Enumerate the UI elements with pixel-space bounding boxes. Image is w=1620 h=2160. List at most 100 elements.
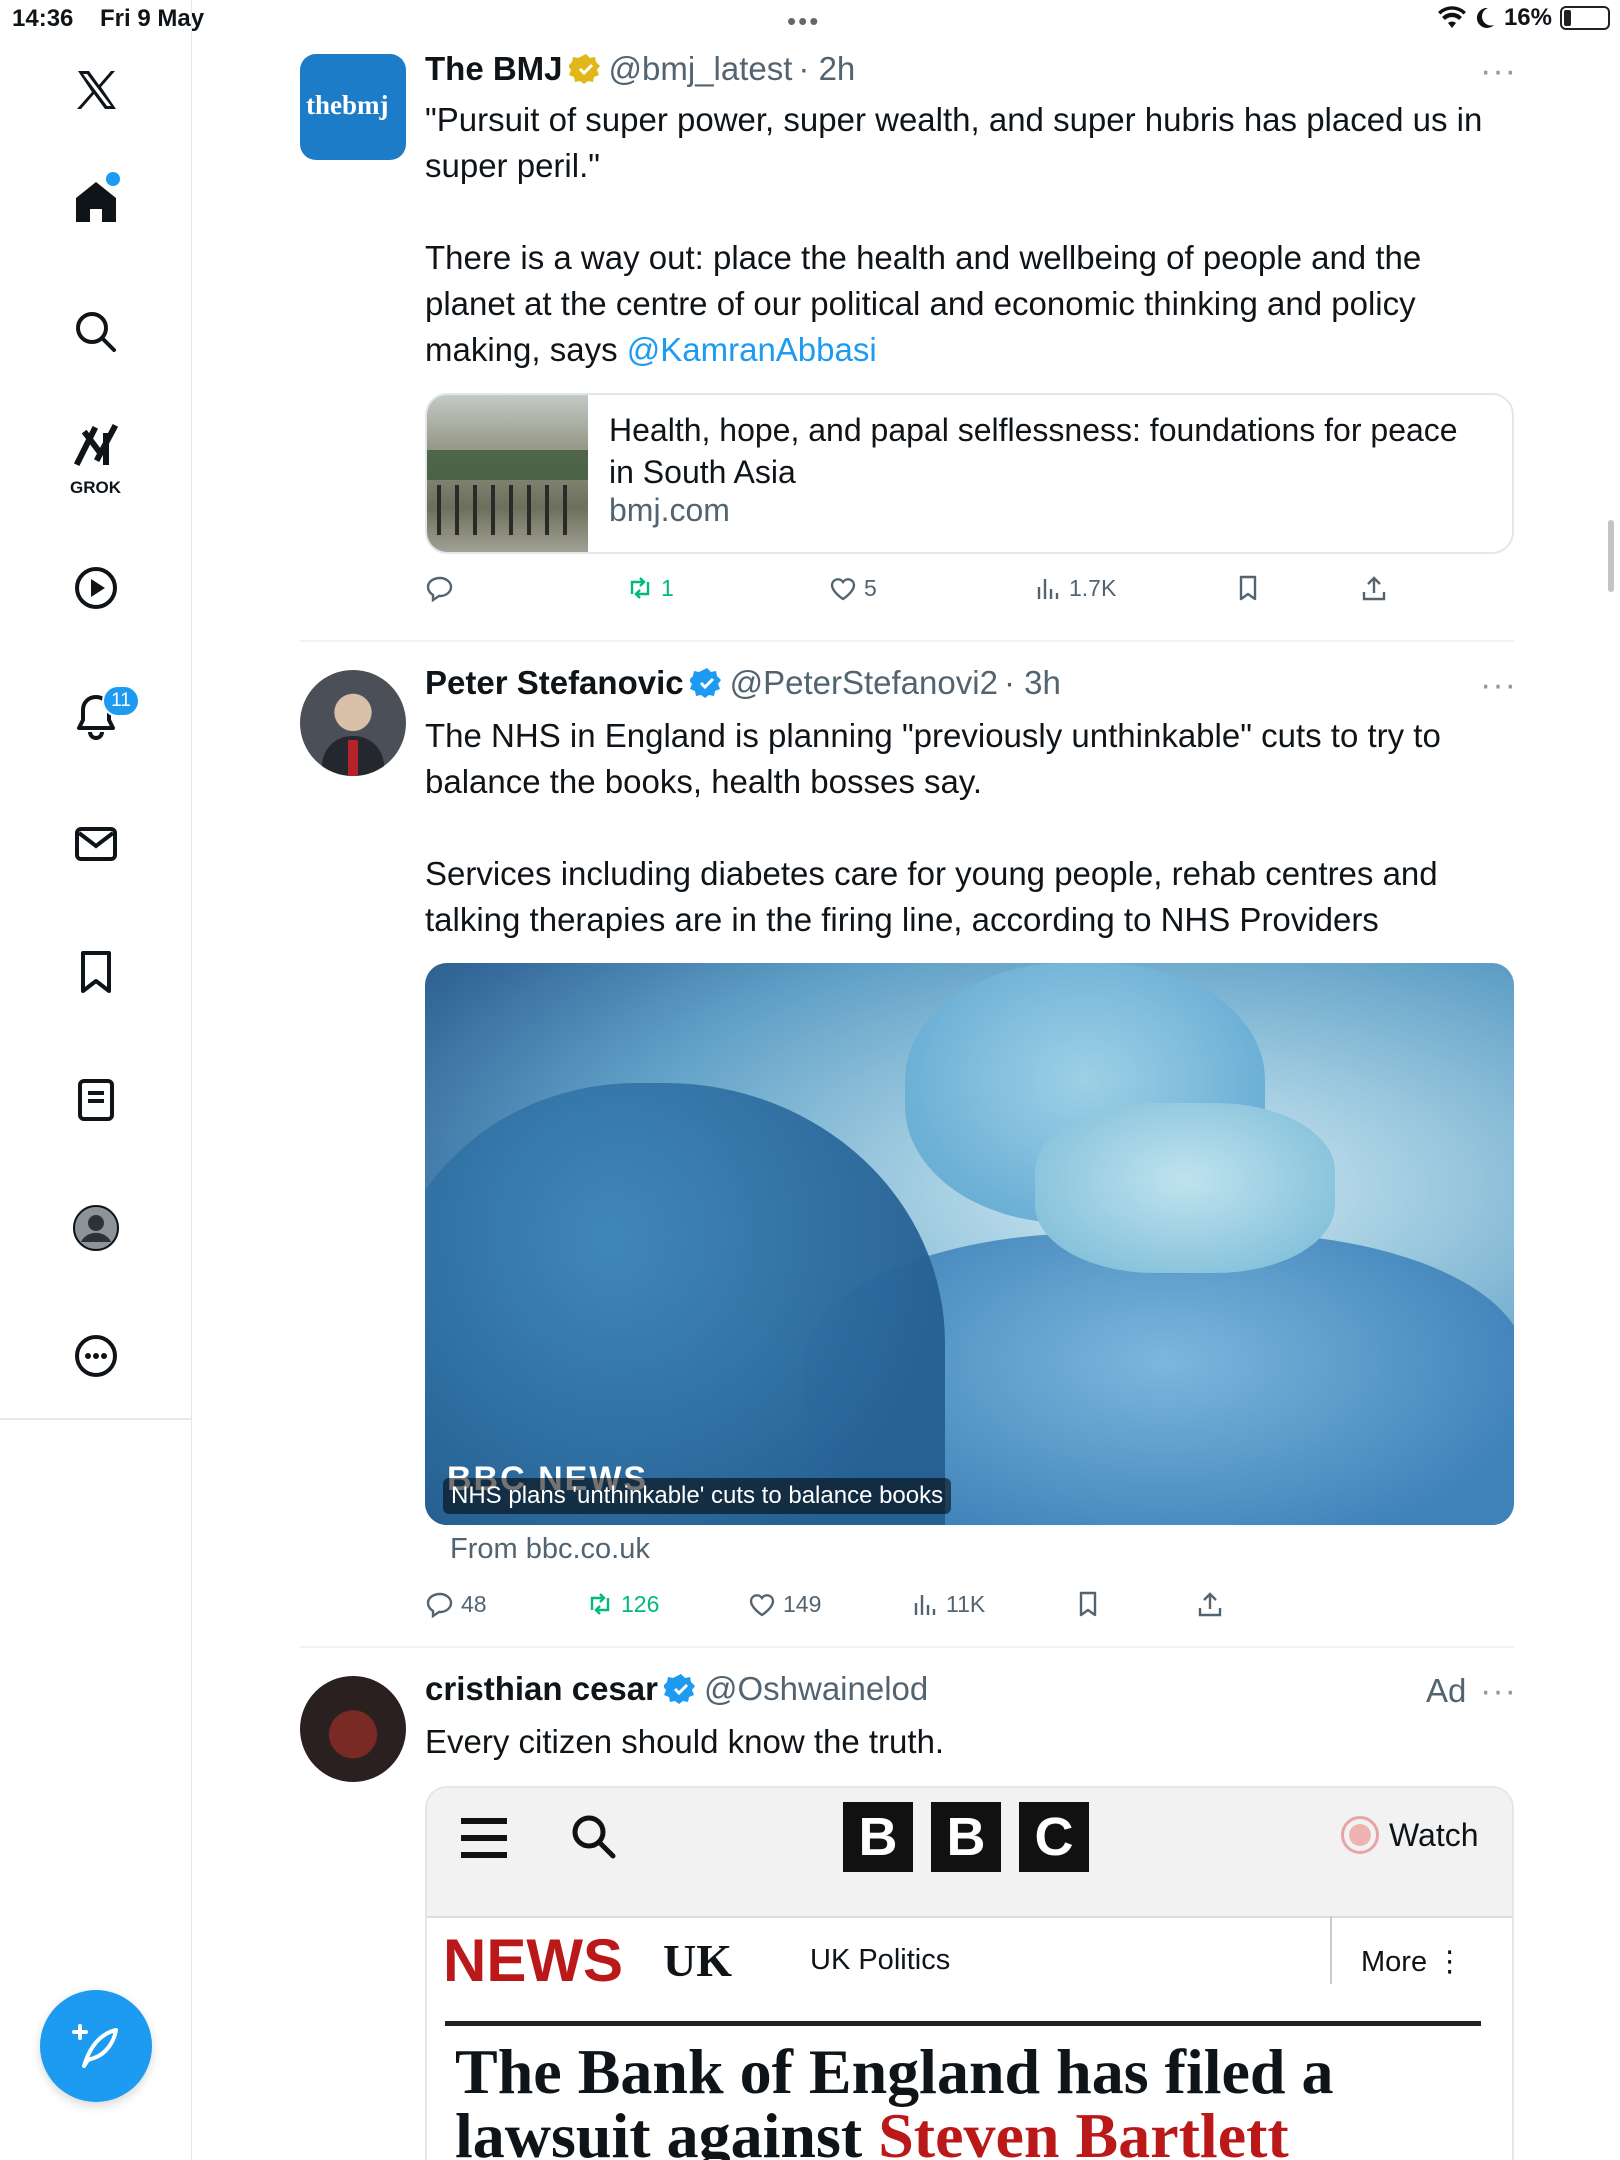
tweet-header: The BMJ @bmj_latest · 2h [425,50,855,88]
reply-icon [426,576,453,603]
link-card[interactable]: Health, hope, and papal selflessness: fo… [425,393,1514,554]
share-button[interactable] [1359,566,1389,610]
verified-gold-badge-icon [568,54,600,84]
like-button[interactable]: 5 [828,566,877,610]
status-right: 16% [1437,4,1610,32]
mention-link[interactable]: @KamranAbbasi [627,331,877,368]
post-time[interactable]: · 2h [798,50,855,88]
retweet-count: 126 [621,1590,660,1617]
watch-link: Watch [1341,1816,1479,1854]
avatar[interactable] [300,1676,406,1782]
more-menu-icon[interactable]: ··· [1480,666,1517,705]
avatar[interactable]: thebmj [300,54,406,160]
heart-icon [830,578,856,601]
reply-button[interactable] [425,566,461,610]
tweet-paragraph: Services including diabetes care for you… [425,855,1438,938]
retweet-icon [630,577,650,599]
link-source[interactable]: From bbc.co.uk [450,1533,650,1566]
tweet-paragraph: "Pursuit of super power, super wealth, a… [425,101,1483,184]
search-icon[interactable] [60,296,132,368]
scrollbar[interactable] [1608,520,1614,592]
author-handle[interactable]: @bmj_latest [609,50,793,88]
author-handle[interactable]: @Oshwainelod [704,1670,928,1708]
tweet-text: Every citizen should know the truth. [425,1719,1505,1765]
verified-badge-icon [663,1674,695,1704]
retweet-icon [590,1593,610,1615]
views-chart-icon [1037,579,1059,599]
lists-icon[interactable] [60,1064,132,1136]
profile-avatar-icon[interactable] [60,1192,132,1264]
bookmark-button[interactable] [1233,566,1263,610]
home-icon[interactable] [60,166,132,238]
link-card-thumbnail [427,395,588,552]
bookmark-icon [1079,1591,1097,1617]
share-button[interactable] [1195,1582,1225,1626]
tweet-paragraph-text: There is a way out: place the health and… [425,239,1422,368]
battery-icon [1560,6,1610,30]
author-name[interactable]: cristhian cesar [425,1670,658,1708]
verified-badge-icon [689,668,721,698]
search-icon [572,1815,616,1859]
share-icon [1198,1592,1222,1617]
bbc-uk-label: UK [663,1935,732,1986]
messages-envelope-icon[interactable] [60,808,132,880]
like-count: 149 [783,1590,822,1617]
tweet-text: "Pursuit of super power, super wealth, a… [425,97,1505,373]
bbc-logo-block: B [843,1802,913,1872]
views-count: 11K [946,1590,986,1617]
more-menu-icon[interactable]: ··· [1480,1672,1517,1711]
more-menu-icon[interactable]: ··· [1480,52,1517,91]
author-name[interactable]: Peter Stefanovic [425,664,684,702]
multitasking-dots[interactable]: ••• [787,6,820,37]
bbc-logo-block: B [931,1802,1001,1872]
retweet-count: 1 [661,574,674,601]
more-options-icon[interactable] [60,1320,132,1392]
tweet-paragraph: The NHS in England is planning "previous… [425,717,1441,800]
video-icon[interactable] [60,552,132,624]
status-bar: 14:36 Fri 9 May ••• 16% [0,0,1620,40]
moon-icon [1476,7,1494,28]
like-button[interactable]: 149 [747,1582,821,1626]
ad-media-preview[interactable]: B B C Watch NEWS UK UK Politics More ⋮ T… [425,1786,1514,2160]
headline-rule [445,2021,1481,2026]
avatar[interactable] [300,670,406,776]
retweet-button[interactable]: 1 [625,566,674,610]
link-media-image[interactable]: BBC NEWS NHS plans 'unthinkable' cuts to… [425,963,1514,1525]
x-logo-icon[interactable] [60,54,132,126]
wifi-icon [1437,6,1466,28]
author-handle[interactable]: @PeterStefanovi2 [730,664,998,702]
views-count: 1.7K [1069,574,1117,601]
link-card-domain: bmj.com [609,492,730,528]
avatar-logo-text: thebmj [306,90,389,120]
post-time[interactable]: · 3h [1004,664,1061,702]
link-card-title: Health, hope, and papal selflessness: fo… [609,412,1458,490]
retweet-button[interactable]: 126 [585,1582,659,1626]
headline-highlight: Steven Bartlett [878,2100,1289,2160]
hamburger-menu-icon [461,1818,507,1858]
tweet-text: The NHS in England is planning "previous… [425,713,1505,943]
bbc-logo: B B C [843,1802,1089,1872]
nav-separator [1330,1916,1332,1984]
reply-button[interactable]: 48 [425,1582,487,1626]
battery-percent: 16% [1503,4,1552,31]
bookmark-icon [1239,575,1257,601]
tweet-header: Peter Stefanovic @PeterStefanovi2 · 3h [425,664,1061,702]
tweet-divider [300,1646,1514,1648]
reply-count: 48 [461,1590,487,1617]
watch-label: Watch [1389,1816,1479,1853]
author-name[interactable]: The BMJ [425,50,563,88]
views-button[interactable]: 1.7K [1033,566,1116,610]
tweet-actions: 1 5 1.7K [425,566,1525,610]
bookmark-button[interactable] [1073,1582,1103,1626]
views-button[interactable]: 11K [910,1582,985,1626]
reply-icon [426,1592,453,1619]
grok-icon[interactable] [60,418,132,474]
ad-label: Ad [1426,1672,1467,1709]
compose-feather-icon [72,2024,118,2068]
compose-post-button[interactable] [40,1990,152,2102]
tweet-header: cristhian cesar @Oshwainelod [425,1670,928,1708]
bbc-logo-block: C [1019,1802,1089,1872]
bookmarks-icon[interactable] [60,936,132,1008]
notification-count-badge: 11 [102,685,140,717]
like-count: 5 [864,574,877,601]
